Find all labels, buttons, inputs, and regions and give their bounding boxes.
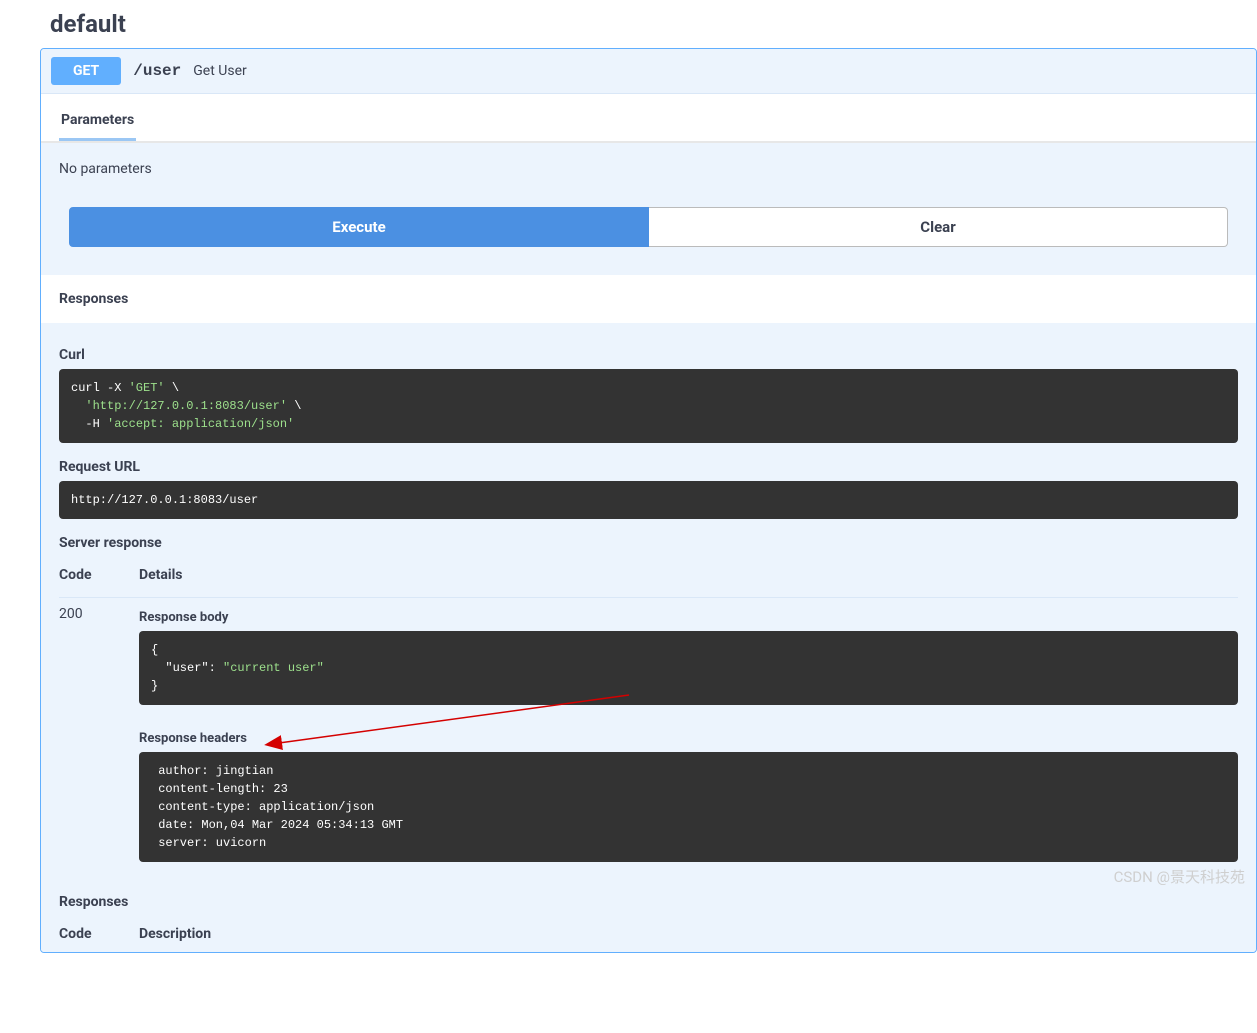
endpoint-header[interactable]: GET /user Get User [41,49,1256,94]
col2-desc-label: Description [139,916,1238,952]
col-details-label: Details [139,557,1238,598]
endpoint-path: /user [133,62,181,80]
response-code: 200 [59,598,139,862]
endpoint-summary: Get User [193,63,246,79]
clear-button[interactable]: Clear [649,207,1228,247]
col-code-label: Code [59,557,139,598]
curl-code-block[interactable]: curl -X 'GET' \ 'http://127.0.0.1:8083/u… [59,369,1238,443]
execute-button[interactable]: Execute [69,207,649,247]
request-url-block[interactable]: http://127.0.0.1:8083/user [59,481,1238,519]
response-headers-block[interactable]: author: jingtian content-length: 23 cont… [139,752,1238,862]
col2-code-label: Code [59,916,139,952]
http-method-badge: GET [51,57,121,85]
response-body-label: Response body [139,610,1238,625]
curl-label: Curl [59,347,1238,363]
server-response-label: Server response [59,535,1238,551]
annotation-arrow-icon [259,693,639,753]
section-title: default [0,0,1257,48]
request-url-label: Request URL [59,459,1238,475]
endpoint-block: GET /user Get User Parameters No paramet… [40,48,1257,953]
no-parameters-text: No parameters [41,142,1256,207]
tab-parameters[interactable]: Parameters [59,104,136,141]
responses-heading: Responses [41,275,1256,323]
responses2-heading: Responses [59,894,1238,910]
